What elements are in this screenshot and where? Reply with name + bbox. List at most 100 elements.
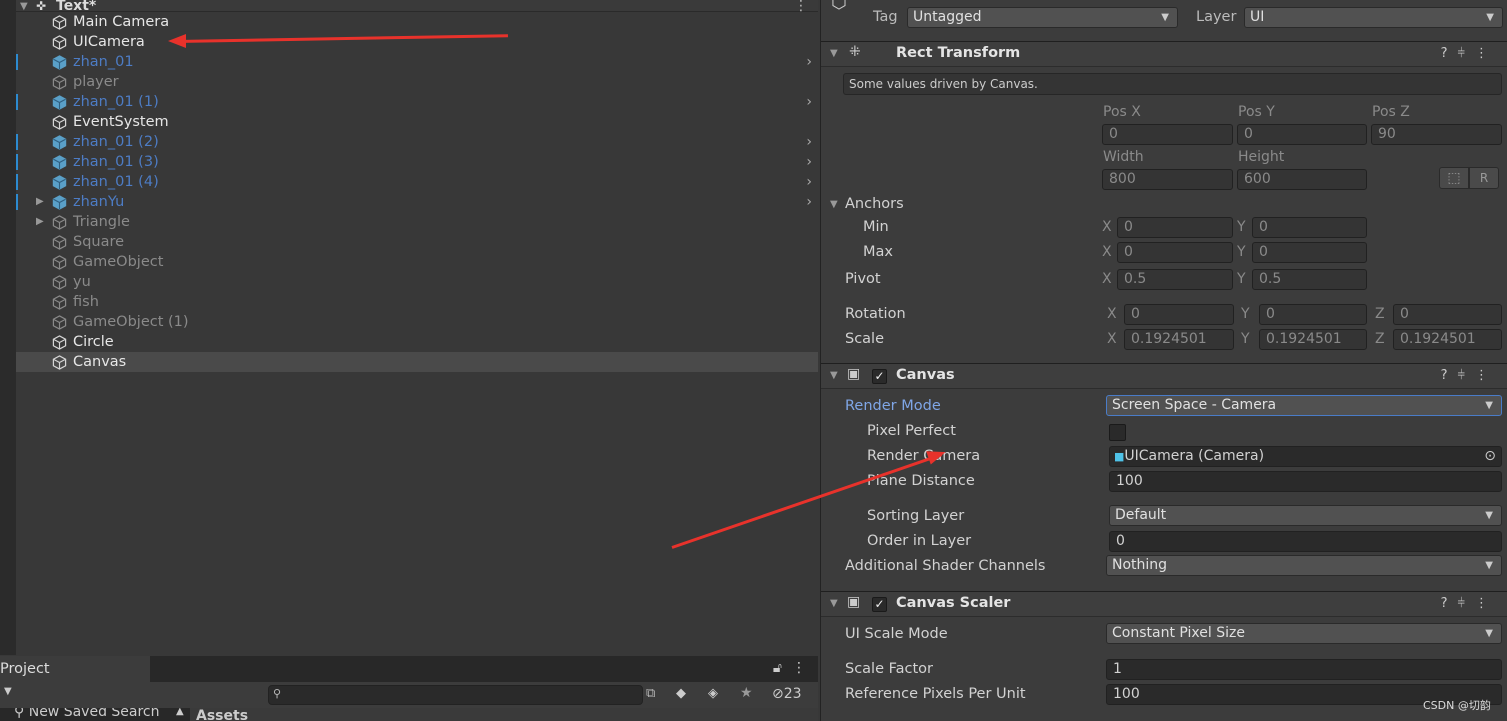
search-window-icon[interactable]: ⧉: [646, 686, 655, 701]
fold-triangle-icon[interactable]: ▼: [830, 370, 838, 381]
hierarchy-item[interactable]: player: [16, 72, 818, 92]
component-menu-icon[interactable]: ⋮: [1475, 596, 1498, 611]
preset-icon[interactable]: ⫩: [1458, 596, 1475, 611]
hierarchy-item[interactable]: Canvas: [16, 352, 818, 372]
fold-triangle-icon[interactable]: ▶: [36, 212, 44, 232]
chevron-right-icon[interactable]: ›: [806, 92, 812, 112]
hidden-packages-toggle[interactable]: ⊘23: [772, 686, 802, 702]
hierarchy-item[interactable]: ▶ zhanYu ›: [16, 192, 818, 212]
canvas-scaler-enabled-checkbox[interactable]: ✓: [872, 597, 887, 612]
pos-x-field[interactable]: 0: [1102, 124, 1233, 145]
rotation-z-field[interactable]: 0: [1393, 304, 1502, 325]
scale-x-label[interactable]: X: [1107, 331, 1117, 347]
scale-y-label[interactable]: Y: [1241, 331, 1250, 347]
lock-icon[interactable]: 🔓︎: [773, 660, 782, 676]
pos-z-field[interactable]: 90: [1371, 124, 1502, 145]
anchor-max-y-label[interactable]: Y: [1237, 244, 1246, 260]
hierarchy-item[interactable]: fish: [16, 292, 818, 312]
favorite-star-icon[interactable]: ★: [740, 685, 753, 701]
project-tab[interactable]: Project: [0, 656, 150, 682]
hierarchy-item[interactable]: GameObject: [16, 252, 818, 272]
object-picker-icon[interactable]: ⊙: [1484, 447, 1496, 466]
scale-factor-field[interactable]: 1: [1106, 659, 1502, 680]
layer-dropdown[interactable]: UI ▼: [1244, 7, 1503, 28]
rotation-x-label[interactable]: X: [1107, 306, 1117, 322]
label-tag-icon[interactable]: ◈: [708, 686, 718, 701]
hierarchy-item[interactable]: zhan_01 (4) ›: [16, 172, 818, 192]
panel-menu-icon[interactable]: ⋮: [792, 660, 806, 676]
raw-edit-button[interactable]: R: [1469, 167, 1499, 189]
fold-triangle-icon[interactable]: ▼: [20, 0, 28, 13]
create-dropdown-icon[interactable]: ▼: [4, 686, 12, 697]
component-menu-icon[interactable]: ⋮: [1475, 368, 1498, 383]
scene-header[interactable]: ▼ ✜ Text* ⋮: [16, 0, 818, 13]
render-camera-field[interactable]: ■UICamera (Camera) ⊙: [1109, 446, 1502, 467]
assets-label[interactable]: Assets: [196, 708, 248, 721]
hierarchy-item[interactable]: Circle: [16, 332, 818, 352]
height-field[interactable]: 600: [1237, 169, 1367, 190]
hierarchy-item[interactable]: Main Camera: [16, 12, 818, 32]
hierarchy-item[interactable]: zhan_01 ›: [16, 52, 818, 72]
anchor-min-y-field[interactable]: 0: [1252, 217, 1367, 238]
help-icon[interactable]: ?: [1441, 596, 1458, 611]
pixel-perfect-checkbox[interactable]: [1109, 424, 1126, 441]
chevron-right-icon[interactable]: ›: [806, 192, 812, 212]
rotation-y-label[interactable]: Y: [1241, 306, 1250, 322]
preset-icon[interactable]: ⫩: [1458, 368, 1475, 383]
scale-z-label[interactable]: Z: [1375, 331, 1385, 347]
blueprint-mode-button[interactable]: ⬚: [1439, 167, 1469, 189]
filter-type-icon[interactable]: ◆: [676, 686, 686, 701]
anchor-min-x-field[interactable]: 0: [1117, 217, 1233, 238]
sorting-layer-dropdown[interactable]: Default ▼: [1109, 505, 1502, 526]
scroll-up-icon[interactable]: ▲: [176, 708, 184, 717]
chevron-right-icon[interactable]: ›: [806, 52, 812, 72]
component-menu-icon[interactable]: ⋮: [1475, 46, 1498, 61]
chevron-right-icon[interactable]: ›: [806, 132, 812, 152]
hierarchy-item[interactable]: zhan_01 (3) ›: [16, 152, 818, 172]
shader-channels-dropdown[interactable]: Nothing ▼: [1106, 555, 1502, 576]
scene-menu-icon[interactable]: ⋮: [794, 0, 808, 13]
search-input[interactable]: ⚲: [268, 685, 643, 705]
saved-search-item[interactable]: ⚲ New Saved Search: [14, 708, 160, 720]
render-mode-dropdown[interactable]: Screen Space - Camera ▼: [1106, 395, 1502, 416]
hierarchy-item[interactable]: GameObject (1): [16, 312, 818, 332]
fold-triangle-icon[interactable]: ▼: [830, 598, 838, 609]
chevron-right-icon[interactable]: ›: [806, 172, 812, 192]
ui-scale-mode-dropdown[interactable]: Constant Pixel Size ▼: [1106, 623, 1502, 644]
canvas-scaler-header[interactable]: ▼ ▣ ✓ Canvas Scaler ?⫩⋮: [821, 591, 1507, 617]
hierarchy-item[interactable]: EventSystem: [16, 112, 818, 132]
plane-distance-field[interactable]: 100: [1109, 471, 1502, 492]
anchor-max-x-field[interactable]: 0: [1117, 242, 1233, 263]
rotation-x-field[interactable]: 0: [1124, 304, 1234, 325]
hierarchy-item[interactable]: yu: [16, 272, 818, 292]
scale-y-field[interactable]: 0.1924501: [1259, 329, 1367, 350]
pos-y-field[interactable]: 0: [1237, 124, 1367, 145]
help-icon[interactable]: ?: [1441, 368, 1458, 383]
preset-icon[interactable]: ⫩: [1458, 46, 1475, 61]
fold-triangle-icon[interactable]: ▼: [830, 48, 838, 59]
rotation-y-field[interactable]: 0: [1259, 304, 1367, 325]
anchor-max-x-label[interactable]: X: [1102, 244, 1112, 260]
pivot-x-field[interactable]: 0.5: [1117, 269, 1233, 290]
scale-z-field[interactable]: 0.1924501: [1393, 329, 1502, 350]
anchor-max-y-field[interactable]: 0: [1252, 242, 1367, 263]
hierarchy-item[interactable]: zhan_01 (2) ›: [16, 132, 818, 152]
fold-triangle-icon[interactable]: ▶: [36, 192, 44, 212]
canvas-enabled-checkbox[interactable]: ✓: [872, 369, 887, 384]
width-field[interactable]: 800: [1102, 169, 1233, 190]
help-icon[interactable]: ?: [1441, 46, 1458, 61]
chevron-right-icon[interactable]: ›: [806, 152, 812, 172]
anchor-min-x-label[interactable]: X: [1102, 219, 1112, 235]
hierarchy-item[interactable]: zhan_01 (1) ›: [16, 92, 818, 112]
anchor-min-y-label[interactable]: Y: [1237, 219, 1246, 235]
tag-dropdown[interactable]: Untagged ▼: [907, 7, 1178, 28]
pivot-x-label[interactable]: X: [1102, 271, 1112, 287]
rect-transform-header[interactable]: ▼ ⁜ Rect Transform ?⫩⋮: [821, 41, 1507, 67]
hierarchy-item[interactable]: ▶ Triangle: [16, 212, 818, 232]
hierarchy-item[interactable]: Square: [16, 232, 818, 252]
scale-x-field[interactable]: 0.1924501: [1124, 329, 1234, 350]
order-in-layer-field[interactable]: 0: [1109, 531, 1502, 552]
pivot-y-label[interactable]: Y: [1237, 271, 1246, 287]
fold-triangle-icon[interactable]: ▼: [830, 199, 838, 210]
canvas-header[interactable]: ▼ ▣ ✓ Canvas ?⫩⋮: [821, 363, 1507, 389]
